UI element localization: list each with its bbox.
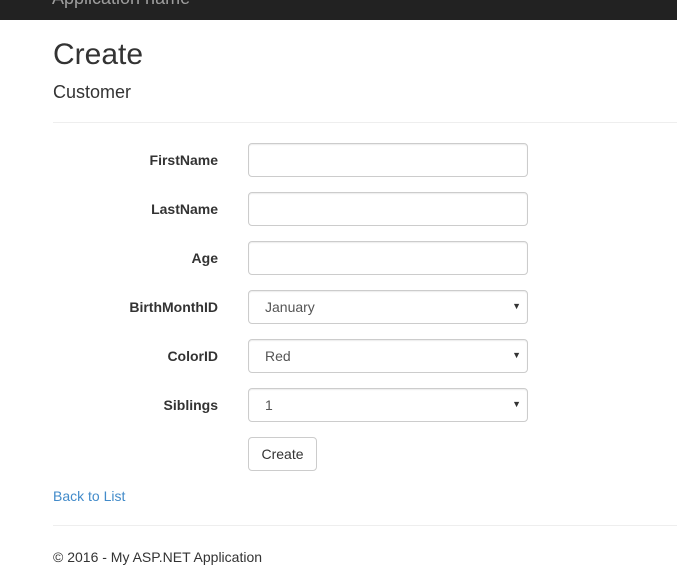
- lastname-label: LastName: [151, 201, 218, 217]
- firstname-label: FirstName: [149, 152, 218, 168]
- navbar-brand[interactable]: Application name: [52, 0, 190, 9]
- form-row-birthmonth: BirthMonthID January ▼: [0, 290, 677, 324]
- divider: [53, 122, 677, 123]
- chevron-down-icon: ▼: [512, 301, 521, 311]
- form-row-color: ColorID Red ▼: [0, 339, 677, 373]
- firstname-input[interactable]: [248, 143, 528, 177]
- form-row-age: Age: [0, 241, 677, 275]
- page-title: Create: [53, 38, 144, 71]
- age-label: Age: [191, 250, 218, 266]
- form-row-firstname: FirstName: [0, 143, 677, 177]
- page-subtitle: Customer: [53, 82, 132, 102]
- footer-divider: [53, 525, 677, 526]
- birthmonth-select[interactable]: January ▼: [248, 290, 528, 324]
- navbar: Application name: [0, 0, 677, 20]
- form-row-siblings: Siblings 1 ▼: [0, 388, 677, 422]
- form-row-lastname: LastName: [0, 192, 677, 226]
- color-selected-value: Red: [265, 348, 291, 364]
- back-to-list-link[interactable]: Back to List: [53, 487, 125, 505]
- color-label: ColorID: [167, 348, 218, 364]
- lastname-input[interactable]: [248, 192, 528, 226]
- birthmonth-selected-value: January: [265, 299, 315, 315]
- color-select[interactable]: Red ▼: [248, 339, 528, 373]
- birthmonth-label: BirthMonthID: [129, 299, 218, 315]
- siblings-label: Siblings: [163, 397, 218, 413]
- chevron-down-icon: ▼: [512, 399, 521, 409]
- siblings-select[interactable]: 1 ▼: [248, 388, 528, 422]
- siblings-selected-value: 1: [265, 397, 273, 413]
- chevron-down-icon: ▼: [512, 350, 521, 360]
- create-button[interactable]: Create: [248, 437, 317, 471]
- age-input[interactable]: [248, 241, 528, 275]
- footer-text: © 2016 - My ASP.NET Application: [53, 549, 263, 565]
